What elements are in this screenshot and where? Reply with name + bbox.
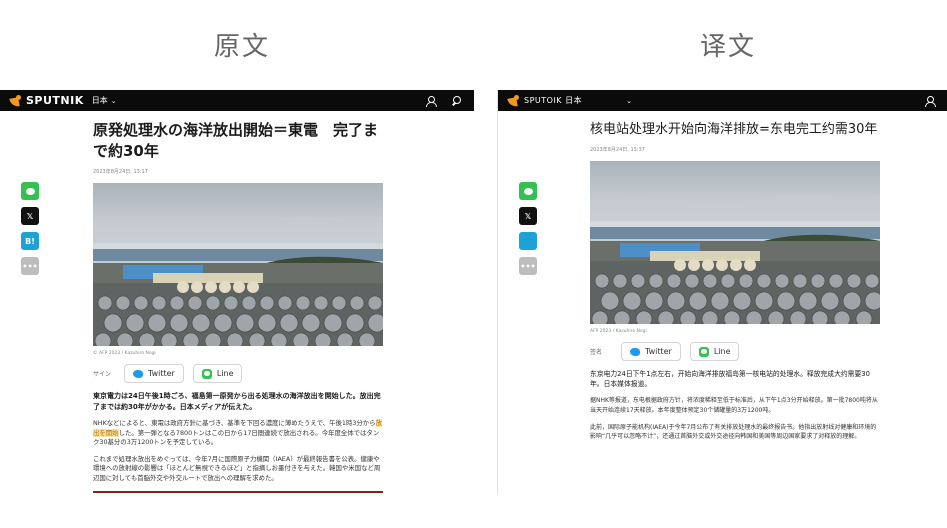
chevron-down-icon: ⌄: [626, 96, 632, 105]
brand-name: SPUTNIK: [26, 94, 84, 107]
brand-logo[interactable]: SPUTOIK 日本: [508, 94, 583, 107]
section-divider: [93, 491, 383, 493]
line-share-button[interactable]: Line: [192, 364, 243, 383]
more-icon[interactable]: •••: [519, 257, 537, 275]
twitter-label: Twitter: [645, 347, 672, 356]
line-share-icon[interactable]: [21, 182, 39, 200]
hatena-share-icon[interactable]: B!: [21, 232, 39, 250]
line-icon: [201, 368, 212, 379]
share-rail: 𝕏 B! •••: [21, 182, 39, 275]
comparison-page: 原文 译文 SPUTNIK 日本 ⌄ 𝕏 B! ••• 原発処理水の海洋放出開始…: [0, 0, 947, 528]
site-header: SPUTNIK 日本 ⌄: [0, 90, 474, 111]
article: 原発処理水の海洋放出開始＝東電 完了まで約30年 2023年8月24日, 13:…: [93, 120, 383, 493]
line-icon: [698, 346, 709, 357]
article-paragraph-1: NHKなどによると、東電は政府方針に基づき、基準を下回る濃度に薄めたうえで、午後…: [93, 419, 382, 446]
article-paragraph-1: 据NHK等报道，东电根据政府方针，将浓度稀释至低于标准后，从下午1点3分开始释放…: [590, 397, 878, 414]
share-bar: サイン Twitter Line: [93, 364, 383, 383]
share-bar: 签名 Twitter Line: [590, 342, 880, 361]
more-icon[interactable]: •••: [21, 257, 39, 275]
article-headline: 原発処理水の海洋放出開始＝東電 完了まで約30年: [93, 121, 379, 160]
translated-label: 译文: [700, 32, 757, 62]
article-lead: 东京电力24日下午1点左右，开始向海洋排放福岛第一核电站的处理水。释放完成大约需…: [590, 370, 870, 388]
article-headline: 核电站处理水开始向海洋排放=东电完工约需30年: [590, 122, 878, 137]
line-share-button[interactable]: Line: [689, 342, 740, 361]
article-lead: 東京電力は24日午後1時ごろ、福島第一原発から出る処理水の海洋放出を開始した。放…: [93, 392, 381, 411]
article: 核电站处理水开始向海洋排放=东电完工约需30年 2023年8月24日, 13:3…: [590, 120, 880, 442]
twitter-icon: [133, 369, 143, 378]
region-selector[interactable]: ⌄: [626, 97, 632, 105]
site-header: SPUTOIK 日本 ⌄: [498, 90, 947, 111]
twitter-share-button[interactable]: Twitter: [124, 364, 184, 383]
original-screenshot: SPUTNIK 日本 ⌄ 𝕏 B! ••• 原発処理水の海洋放出開始＝東電 完了…: [0, 90, 474, 494]
region-label: 日本: [91, 96, 108, 105]
x-share-icon[interactable]: 𝕏: [21, 207, 39, 225]
article-paragraph-2: 此前，国际原子能机构(IAEA)于今年7月公布了有关排放处理水的最终报告书。他指…: [590, 423, 877, 441]
article-date: 2023年8月24日, 13:17: [93, 169, 148, 175]
region-selector[interactable]: 日本 ⌄: [92, 95, 117, 106]
share-label: サイン: [93, 371, 112, 378]
line-label: Line: [216, 369, 234, 378]
sputnik-logo-icon: [508, 94, 520, 107]
line-share-icon[interactable]: [519, 182, 537, 200]
brand-name: SPUTOIK 日本: [524, 96, 583, 105]
article-paragraph-2: これまで処理水放出をめぐっては、今年7月に国際原子力機関（IAEA）が最終報告書…: [93, 454, 381, 482]
twitter-label: Twitter: [148, 369, 175, 378]
article-date: 2023年8月24日, 13:37: [590, 147, 645, 153]
twitter-icon: [630, 347, 640, 356]
photo-credit: © AFP 2023 / Kazuhiro Nogi: [93, 351, 156, 356]
line-label: Line: [713, 347, 731, 356]
twitter-share-button[interactable]: Twitter: [621, 342, 681, 361]
article-photo: [93, 183, 383, 346]
sputnik-logo-icon: [10, 94, 22, 107]
share-rail: 𝕏 •••: [519, 182, 537, 275]
search-icon[interactable]: [448, 93, 464, 109]
share-label: 签名: [590, 349, 603, 356]
chevron-down-icon: ⌄: [110, 96, 117, 105]
user-icon[interactable]: [422, 93, 438, 109]
hatena-share-icon[interactable]: [519, 232, 537, 250]
original-label: 原文: [214, 32, 271, 62]
brand-logo[interactable]: SPUTNIK: [10, 94, 84, 107]
translated-screenshot: SPUTOIK 日本 ⌄ 𝕏 ••• 核电站处理水开始向海洋排放=东电完工约需3…: [498, 90, 947, 494]
article-photo: [590, 161, 880, 324]
user-icon[interactable]: [921, 93, 937, 109]
photo-credit: AFP 2023 / Kazuhiro Nogi: [590, 329, 647, 334]
x-share-icon[interactable]: 𝕏: [519, 207, 537, 225]
